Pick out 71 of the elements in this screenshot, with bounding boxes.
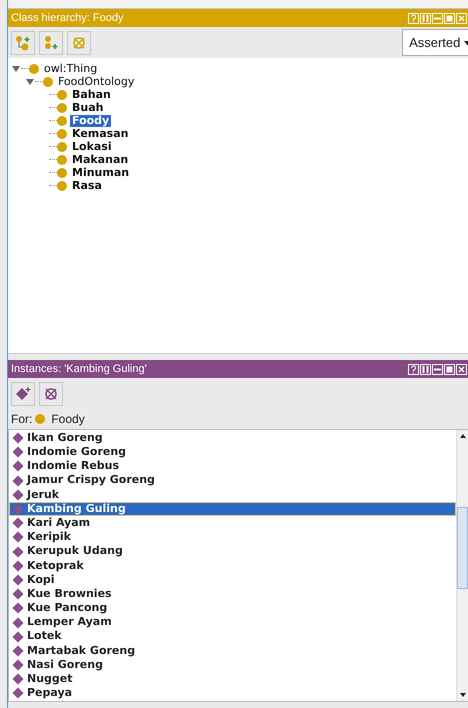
tree-item[interactable]: owl:Thing [42, 62, 100, 74]
individual-icon [12, 659, 24, 672]
individual-icon [12, 432, 24, 444]
maximize-icon[interactable] [444, 364, 455, 374]
individual-icon [12, 574, 24, 586]
list-item[interactable]: Indomie Goreng [9, 445, 456, 460]
list-item[interactable]: Kerupuk Udang [9, 544, 456, 559]
split-icon[interactable] [420, 364, 431, 374]
for-label: For: [11, 411, 32, 428]
tree-item[interactable]: FoodOntology [56, 76, 136, 88]
tree-item[interactable]: Kemasan [70, 128, 130, 140]
individual-icon [12, 588, 24, 600]
list-item[interactable]: Martabak Goreng [9, 644, 456, 658]
list-item[interactable]: Jeruk [9, 488, 456, 502]
panel-title: Instances: 'Kambing Guling' [11, 362, 147, 377]
tree-item[interactable]: Foody [70, 114, 112, 126]
list-item[interactable]: Lemper Ayam [9, 615, 456, 630]
list-item[interactable]: Nasi Goreng [9, 658, 456, 672]
view-dropdown[interactable]: Asserted [402, 28, 468, 56]
individual-icon [12, 517, 24, 530]
class-name: Foody [51, 411, 85, 428]
tree-item[interactable]: Buah [70, 102, 106, 114]
list-item[interactable]: Keripik [9, 530, 456, 544]
delete-individual-icon [43, 386, 59, 402]
help-icon[interactable] [408, 364, 419, 374]
add-individual-button[interactable] [11, 382, 35, 406]
tree-item[interactable]: Bahan [70, 88, 113, 100]
individual-icon [12, 687, 24, 700]
add-individual-icon [15, 386, 31, 402]
individual-icon [12, 673, 24, 686]
class-icon [35, 414, 46, 424]
individual-icon [12, 630, 24, 643]
scrollbar[interactable] [456, 430, 468, 701]
delete-class-icon [71, 34, 87, 50]
minimize-icon[interactable] [432, 364, 443, 374]
individual-icon [12, 546, 24, 558]
expand-toggle-icon[interactable] [25, 76, 35, 86]
list-item[interactable]: Kambing Guling [9, 502, 456, 516]
individual-icon [12, 531, 24, 544]
individual-icon [12, 616, 24, 629]
individual-icon [12, 602, 24, 614]
list-item[interactable]: Lotek [9, 630, 456, 644]
list-item[interactable]: Ketoprak [9, 558, 456, 573]
tree-item[interactable]: Lokasi [70, 140, 114, 152]
tree-item[interactable]: Makanan [70, 154, 130, 166]
list-item[interactable]: Nugget [9, 672, 456, 686]
delete-individual-button[interactable] [39, 382, 63, 406]
list-item[interactable]: Kari Ayam [9, 516, 456, 530]
individual-icon [12, 474, 24, 487]
add-subclass-icon [15, 34, 31, 50]
individual-icon [12, 488, 24, 501]
list-item[interactable]: Indomie Rebus [9, 459, 456, 474]
add-subclass-button[interactable] [11, 30, 35, 54]
individual-icon [12, 446, 24, 458]
tree-item[interactable]: Minuman [70, 166, 132, 178]
individual-icon [12, 560, 24, 572]
individual-icon [12, 460, 24, 472]
close-icon[interactable] [456, 364, 467, 374]
list-item[interactable]: Ikan Goreng [9, 431, 456, 446]
list-item[interactable]: Pepaya [9, 686, 456, 701]
list-item[interactable]: Jamur Crispy Goreng [9, 474, 456, 488]
list-item[interactable]: Kue Brownies [9, 587, 456, 602]
individual-icon [12, 503, 24, 516]
scroll-thumb[interactable] [457, 507, 468, 589]
add-sibling-icon [43, 34, 59, 50]
expand-toggle-icon[interactable] [11, 64, 21, 74]
individual-icon [12, 644, 24, 657]
tree-item[interactable]: Rasa [70, 180, 104, 192]
panel-title: Class hierarchy: Foody [11, 10, 124, 26]
list-item[interactable]: Kue Pancong [9, 601, 456, 616]
list-item[interactable]: Kopi [9, 572, 456, 588]
